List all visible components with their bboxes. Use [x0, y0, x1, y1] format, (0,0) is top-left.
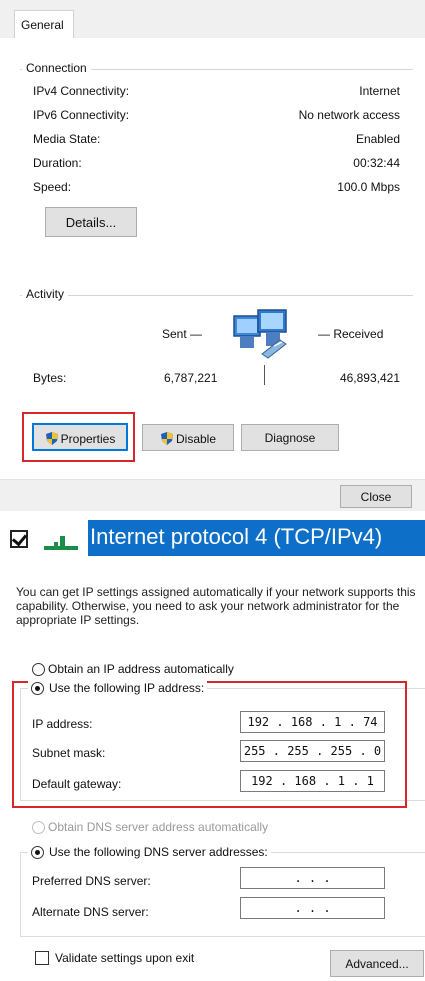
- media-state-value: Enabled: [355, 132, 400, 146]
- default-gateway-label: Default gateway:: [32, 777, 122, 791]
- ipv4-connectivity-value: Internet: [359, 84, 400, 98]
- use-following-dns-option[interactable]: Use the following DNS server addresses:: [28, 845, 271, 860]
- obtain-ip-auto-radio[interactable]: [32, 663, 45, 676]
- alternate-dns-field[interactable]: . . .: [240, 897, 385, 919]
- duration-value: 00:32:44: [353, 156, 400, 170]
- ip-address-field[interactable]: 192 . 168 . 1 . 74: [240, 711, 385, 733]
- validate-settings-label: Validate settings upon exit: [55, 951, 195, 965]
- network-computers-icon: [232, 306, 294, 362]
- tab-general-label: General: [21, 18, 64, 32]
- activity-divider: [264, 365, 265, 385]
- speed-label: Speed:: [33, 180, 72, 194]
- bytes-label: Bytes:: [33, 371, 67, 385]
- obtain-dns-auto-radio[interactable]: [32, 821, 45, 834]
- use-following-ip-radio[interactable]: [31, 682, 44, 695]
- ipv6-connectivity-label: IPv6 Connectivity:: [33, 108, 130, 122]
- default-gateway-field[interactable]: 192 . 168 . 1 . 1: [240, 770, 385, 792]
- tab-general[interactable]: General: [14, 10, 74, 38]
- connection-group-label: Connection: [22, 61, 91, 75]
- use-following-dns-radio[interactable]: [31, 846, 44, 859]
- properties-button-label: Properties: [60, 432, 116, 446]
- use-following-dns-label: Use the following DNS server addresses:: [49, 845, 268, 859]
- protocol-item-label[interactable]: Internet protocol 4 (TCP/IPv4): [88, 520, 425, 556]
- sent-label: Sent —: [162, 327, 203, 341]
- obtain-dns-auto-label: Obtain DNS server address automatically: [48, 820, 269, 834]
- activity-group-label: Activity: [22, 287, 69, 301]
- media-state-label: Media State:: [33, 132, 101, 146]
- properties-button[interactable]: Properties: [32, 423, 128, 451]
- subnet-mask-label: Subnet mask:: [32, 746, 106, 760]
- alternate-dns-label: Alternate DNS server:: [32, 905, 149, 919]
- activity-group-line: [20, 295, 413, 296]
- validate-settings-checkbox[interactable]: [35, 951, 49, 965]
- details-button[interactable]: Details...: [45, 207, 137, 237]
- use-following-ip-label: Use the following IP address:: [49, 681, 205, 695]
- ipv4-connectivity-label: IPv4 Connectivity:: [33, 84, 130, 98]
- obtain-ip-auto-label: Obtain an IP address automatically: [48, 662, 234, 676]
- ethernet-status-dialog: General Connection IPv4 Connectivity: In…: [0, 0, 425, 511]
- ipv6-connectivity-value: No network access: [298, 108, 400, 122]
- received-label: — Received: [318, 327, 384, 341]
- preferred-dns-field[interactable]: . . .: [240, 867, 385, 889]
- close-button[interactable]: Close: [340, 485, 412, 508]
- ip-settings-description: You can get IP settings assigned automat…: [16, 585, 416, 627]
- ip-address-label: IP address:: [32, 717, 93, 731]
- bytes-received-value: 46,893,421: [339, 371, 400, 385]
- advanced-button[interactable]: Advanced...: [330, 950, 424, 977]
- duration-label: Duration:: [33, 156, 82, 170]
- disable-button-label: Disable: [175, 432, 217, 446]
- network-protocol-icon: [40, 532, 84, 552]
- speed-value: 100.0 Mbps: [337, 180, 400, 194]
- diagnose-button[interactable]: Diagnose: [241, 424, 339, 451]
- shield-icon: [45, 431, 59, 449]
- shield-icon: [160, 431, 174, 449]
- use-following-ip-option[interactable]: Use the following IP address:: [28, 681, 208, 696]
- disable-button[interactable]: Disable: [142, 424, 234, 451]
- bytes-sent-value: 6,787,221: [164, 371, 218, 385]
- protocol-checkbox[interactable]: [10, 530, 28, 548]
- preferred-dns-label: Preferred DNS server:: [32, 874, 151, 888]
- subnet-mask-field[interactable]: 255 . 255 . 255 . 0: [240, 740, 385, 762]
- static-dns-group: [20, 852, 425, 937]
